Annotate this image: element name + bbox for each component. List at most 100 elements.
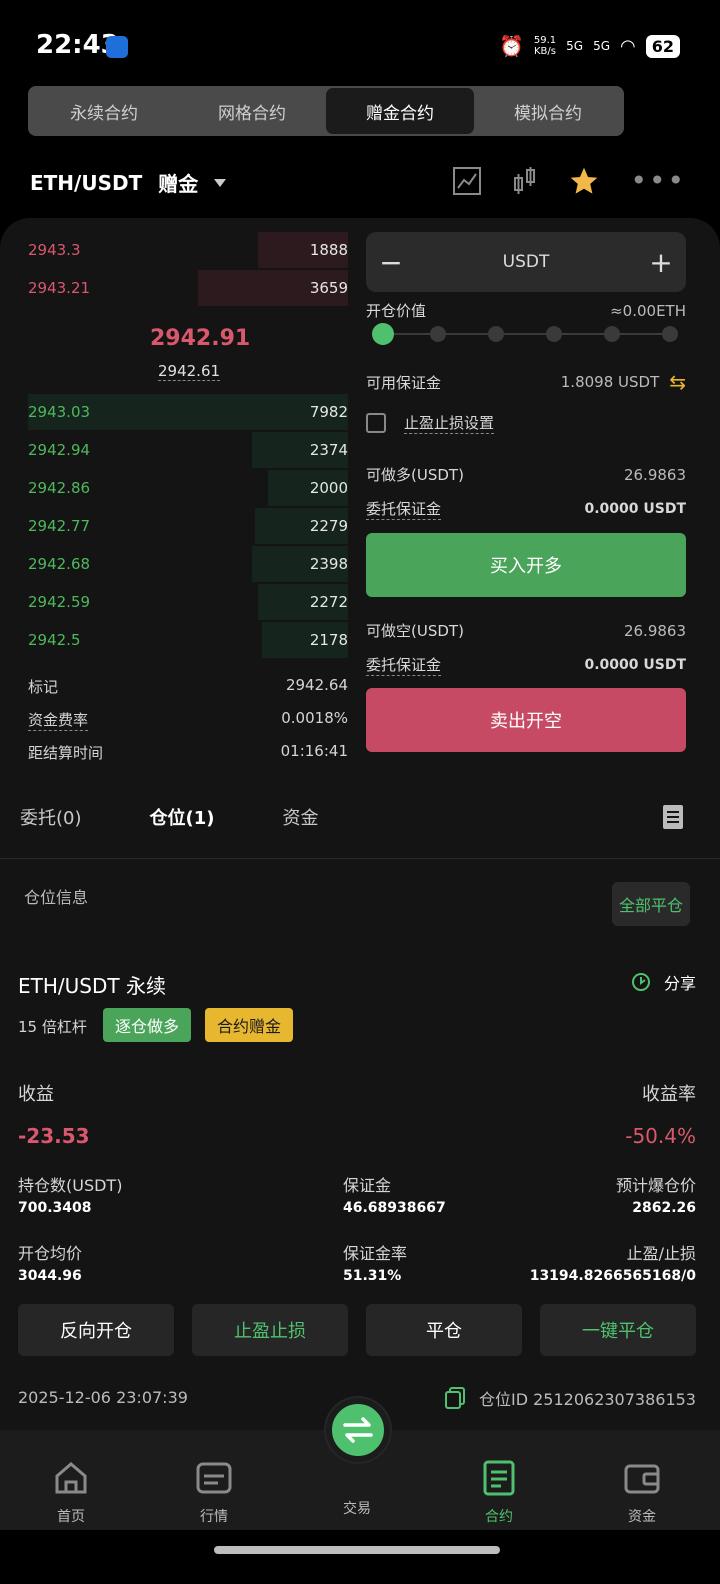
nav-trade[interactable]: 交易 <box>317 1498 397 1518</box>
more-icon[interactable]: ••• <box>630 164 686 197</box>
plus-button[interactable]: + <box>646 246 676 279</box>
tab-perpetual[interactable]: 永续合约 <box>30 88 178 134</box>
liq-price-value: 2862.26 <box>632 1200 696 1216</box>
bid-price: 2942.94 <box>28 441 91 459</box>
home-icon <box>55 1462 87 1494</box>
stat-value: 2942.64 <box>285 676 348 694</box>
slider-stop[interactable] <box>488 326 504 342</box>
gesture-bar-area <box>0 1530 720 1584</box>
margin-ratio-label: 保证金率 <box>343 1244 408 1263</box>
stat-label[interactable]: 资金费率 <box>28 709 89 731</box>
tpsl-row: 止盈止损设置 <box>366 412 686 434</box>
status-icons: ⏰ 59.1 KB/s 5G 5G ◠ 62 <box>499 34 680 58</box>
alarm-icon: ⏰ <box>498 34 524 58</box>
nav-home[interactable]: 首页 <box>31 1458 111 1526</box>
reverse-open-button[interactable]: 反向开仓 <box>18 1304 174 1356</box>
short-available-row: 可做空(USDT) 26.9863 <box>366 620 686 641</box>
bid-qty: 7982 <box>309 403 348 421</box>
stat-value: 01:16:41 <box>280 742 348 760</box>
slider-stop[interactable] <box>604 326 620 342</box>
slider-stop[interactable] <box>546 326 562 342</box>
bid-row[interactable]: 2942.5 2178 <box>28 622 348 658</box>
nav-contract[interactable]: 合约 <box>459 1458 539 1526</box>
open-value: ≈0.00ETH <box>610 301 686 320</box>
one-click-close-button[interactable]: 一键平仓 <box>540 1304 696 1356</box>
close-all-button[interactable]: 全部平仓 <box>612 882 690 926</box>
tpsl-label[interactable]: 止盈止损设置 <box>404 412 495 434</box>
ask-qty: 1888 <box>309 241 348 259</box>
open-value-label: 开仓价值 <box>366 302 427 320</box>
pair-selector[interactable]: ETH/USDT 赠金 <box>30 168 227 197</box>
bid-row[interactable]: 2942.94 2374 <box>28 432 348 468</box>
chart-icon[interactable] <box>452 166 482 196</box>
trade-fab[interactable] <box>326 1398 390 1462</box>
close-position-button[interactable]: 平仓 <box>366 1304 522 1356</box>
open-value-row: 开仓价值 ≈0.00ETH <box>366 300 686 321</box>
tab-orders[interactable]: 委托(0) <box>20 804 82 830</box>
candlestick-icon[interactable] <box>512 166 538 196</box>
ask-qty: 3659 <box>309 279 348 297</box>
tab-bonus[interactable]: 赠金合约 <box>326 88 474 134</box>
nav-market[interactable]: 行情 <box>174 1458 254 1526</box>
document-icon[interactable] <box>662 804 684 830</box>
long-available-label: 可做多(USDT) <box>366 466 464 484</box>
nav-label: 合约 <box>485 1509 513 1525</box>
amount-input[interactable]: USDT <box>503 252 550 272</box>
bid-row[interactable]: 2942.86 2000 <box>28 470 348 506</box>
bid-row[interactable]: 2942.59 2272 <box>28 584 348 620</box>
entrust-margin-value: 0.0000 USDT <box>584 501 686 517</box>
tab-demo[interactable]: 模拟合约 <box>474 88 622 134</box>
size-label: 持仓数(USDT) <box>18 1176 123 1195</box>
status-bar: 22:43 ⏰ 59.1 KB/s 5G 5G ◠ 62 <box>0 0 720 96</box>
slider-stop[interactable] <box>430 326 446 342</box>
short-available-value: 26.9863 <box>623 621 686 640</box>
bid-row[interactable]: 2942.77 2279 <box>28 508 348 544</box>
entrust-margin-label[interactable]: 委托保证金 <box>366 498 442 520</box>
amount-stepper: − USDT + <box>366 232 686 292</box>
share-label: 分享 <box>664 974 697 993</box>
transfer-icon[interactable]: ⇆ <box>669 370 686 394</box>
slider-handle[interactable] <box>372 323 394 345</box>
bid-row[interactable]: 2943.03 7982 <box>28 394 348 430</box>
last-price: 2942.91 <box>150 326 251 351</box>
ask-row[interactable]: 2943.3 1888 <box>28 232 348 268</box>
position-id: 仓位ID 2512062307386153 <box>478 1390 696 1409</box>
swap-icon <box>343 1417 373 1443</box>
position-tabs: 委托(0) 仓位(1) 资金 <box>20 804 318 830</box>
entrust-margin-label[interactable]: 委托保证金 <box>366 654 442 676</box>
bid-row[interactable]: 2942.68 2398 <box>28 546 348 582</box>
star-icon[interactable] <box>568 165 600 197</box>
slider-stop[interactable] <box>662 326 678 342</box>
roe-value: -50.4% <box>625 1124 696 1148</box>
bid-qty: 2279 <box>309 517 348 535</box>
available-row: 可用保证金 1.8098 USDT ⇆ <box>366 370 686 394</box>
leverage-slider[interactable] <box>372 323 678 345</box>
minus-button[interactable]: − <box>376 246 406 279</box>
share-button[interactable]: 分享 <box>630 970 696 994</box>
nav-label: 交易 <box>343 1501 371 1517</box>
short-entrust-row: 委托保证金 0.0000 USDT <box>366 654 686 676</box>
market-icon <box>196 1462 232 1494</box>
position-time: 2025-12-06 23:07:39 <box>18 1388 188 1407</box>
nav-label: 资金 <box>628 1509 656 1525</box>
ask-row[interactable]: 2943.21 3659 <box>28 270 348 306</box>
mark-price[interactable]: 2942.61 <box>158 362 221 381</box>
long-available-row: 可做多(USDT) 26.9863 <box>366 464 686 485</box>
tpsl-value: 13194.8266565168/0 <box>529 1268 696 1284</box>
buy-long-button[interactable]: 买入开多 <box>366 533 686 597</box>
nav-label: 首页 <box>57 1509 85 1525</box>
tpsl-checkbox[interactable] <box>366 413 386 433</box>
tab-positions[interactable]: 仓位(1) <box>150 804 215 830</box>
tpsl-button[interactable]: 止盈止损 <box>192 1304 348 1356</box>
home-indicator[interactable] <box>214 1546 500 1554</box>
tab-funds[interactable]: 资金 <box>282 804 318 830</box>
nav-assets[interactable]: 资金 <box>602 1458 682 1526</box>
tab-grid[interactable]: 网格合约 <box>178 88 326 134</box>
copy-icon <box>444 1387 465 1409</box>
bid-price: 2943.03 <box>28 403 91 421</box>
entry-price-label: 开仓均价 <box>18 1244 83 1263</box>
sell-short-button[interactable]: 卖出开空 <box>366 688 686 752</box>
net-speed: 59.1 KB/s <box>533 35 557 57</box>
position-id-row[interactable]: 仓位ID 2512062307386153 <box>444 1386 696 1410</box>
leverage-label: 15 倍杠杆 <box>18 1018 87 1036</box>
